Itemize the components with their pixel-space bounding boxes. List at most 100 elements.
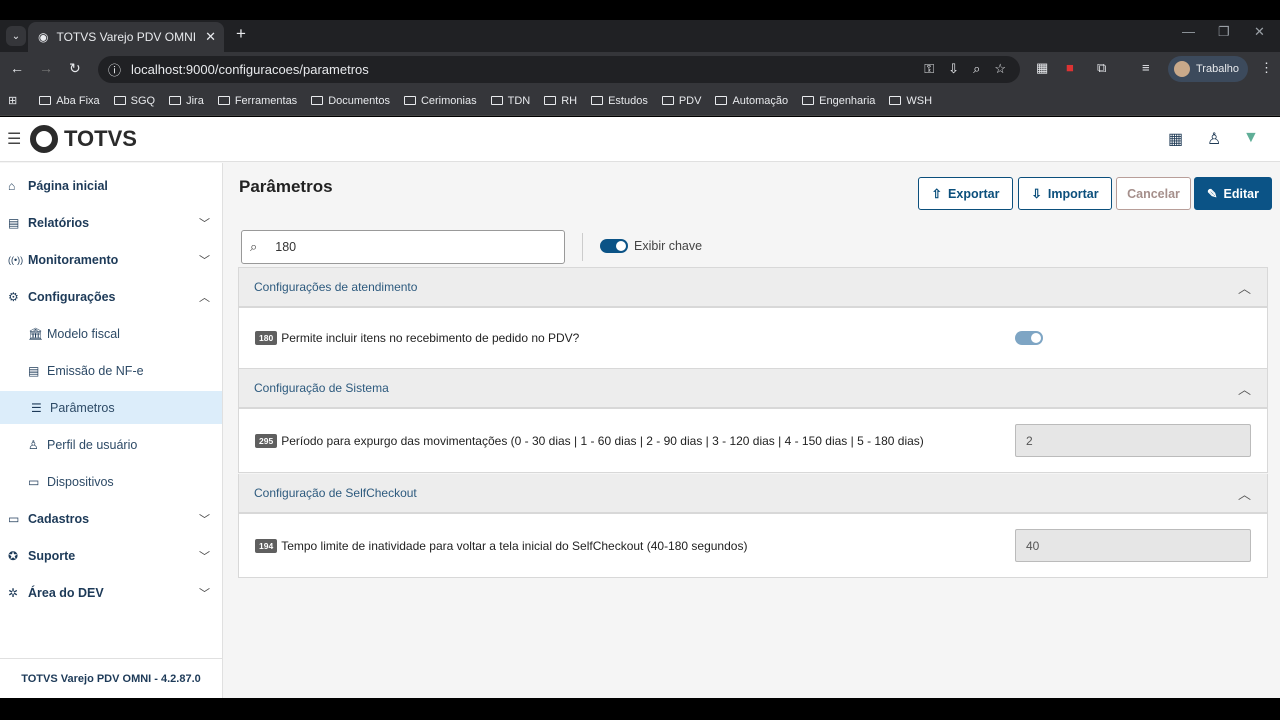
bookmark-folder[interactable]: SGQ (113, 94, 156, 107)
cancel-button[interactable]: Cancelar (1116, 177, 1191, 210)
section-title: Configuração de SelfCheckout (254, 486, 417, 500)
reload-button[interactable]: ↻ (69, 60, 81, 77)
bookmark-folder[interactable]: Estudos (591, 95, 648, 107)
sidebar-item-area-dev[interactable]: ✲ Área do DEV ﹀ (0, 576, 222, 609)
sidebar-item-configuracoes[interactable]: ⚙ Configurações ︿ (0, 280, 222, 313)
bookmark-label: PDV (678, 94, 702, 107)
back-button[interactable]: ← (10, 60, 24, 76)
bookmark-label: Documentos (328, 94, 390, 107)
password-key-icon[interactable]: ⚿ (924, 61, 934, 77)
bookmark-label: Aba Fixa (56, 94, 100, 107)
bookmark-star-icon[interactable]: ☆ (994, 61, 1006, 77)
cancel-label: Cancelar (1127, 186, 1180, 201)
chevron-up-icon[interactable]: ︿ (1238, 278, 1251, 297)
param-toggle[interactable] (1015, 331, 1043, 345)
chevron-down-icon: ﹀ (199, 587, 210, 600)
media-control-icon[interactable]: ≡ (1142, 60, 1150, 75)
bookmark-folder[interactable]: TDN (490, 95, 530, 107)
forward-button[interactable]: → (39, 60, 53, 76)
import-button[interactable]: ⇩ Importar (1018, 177, 1112, 210)
bookmark-folder[interactable]: PDV (661, 94, 702, 107)
profile-name: Trabalho (1196, 63, 1240, 75)
sidebar-item-monitoramento[interactable]: ((•)) Monitoramento ﹀ (0, 243, 222, 276)
user-icon[interactable]: ♙ (1207, 129, 1221, 149)
sidebar-item-label: Configurações (28, 289, 116, 304)
sidebar-item-modelo-fiscal[interactable]: 🏛 Modelo fiscal (0, 317, 222, 350)
sidebar-item-cadastros[interactable]: ▭ Cadastros ﹀ (0, 502, 222, 535)
import-label: Importar (1047, 186, 1099, 201)
sidebar-item-label: Área do DEV (28, 585, 104, 600)
totvs-logo[interactable]: TOTVS (30, 125, 137, 153)
sidebar-item-relatorios[interactable]: ▤ Relatórios ﹀ (0, 206, 222, 239)
sidebar-item-pagina-inicial[interactable]: ⌂ Página inicial (0, 169, 222, 202)
qr-code-icon[interactable]: ▦ (1168, 129, 1183, 149)
app: ☰ TOTVS ▦ ♙ ▼ ⌂ Página inicial ▤ Relatório… (0, 117, 1280, 698)
bookmark-folder[interactable]: Aba Fixa (39, 94, 100, 107)
install-app-icon[interactable]: ⇩ (948, 61, 959, 77)
close-window-button[interactable]: ✕ (1254, 24, 1265, 40)
section-header[interactable]: Configurações de atendimento ︿ (239, 268, 1267, 308)
browser-menu-icon[interactable]: ⋮ (1260, 60, 1273, 76)
connection-status-icon[interactable]: ▼ (1243, 129, 1259, 147)
show-key-toggle[interactable]: Exibir chave (600, 239, 702, 253)
folder-icon (591, 96, 604, 105)
upload-icon: ⇧ (931, 187, 943, 201)
menu-toggle-icon[interactable]: ☰ (7, 129, 21, 149)
section-panel: Configurações de atendimento ︿ 180 Permit… (238, 267, 1268, 369)
bookmark-folder[interactable]: Cerimonias (403, 95, 477, 107)
bookmark-label: SGQ (130, 94, 156, 107)
section-panel: Configuração de Sistema ︿ 295 Período par… (238, 369, 1268, 473)
bookmark-folder[interactable]: Engenharia (802, 95, 875, 107)
export-button[interactable]: ⇧ Exportar (918, 177, 1013, 210)
new-tab-button[interactable]: + (236, 24, 246, 44)
chevron-up-icon[interactable]: ︿ (1238, 379, 1251, 398)
sidebar-item-label: Suporte (28, 548, 76, 563)
search-input[interactable]: ⌕ 180 (241, 230, 565, 264)
sidebar-item-emissao-nfe[interactable]: ▤ Emissão de NF-e (0, 354, 222, 387)
bookmark-folder[interactable]: WSH (889, 95, 932, 107)
close-tab-icon[interactable]: ✕ (205, 29, 216, 45)
screen-border (0, 698, 1280, 720)
tab-search-button[interactable]: ⌄ (6, 26, 26, 46)
section-title: Configurações de atendimento (254, 280, 418, 294)
section-title: Configuração de Sistema (254, 381, 389, 395)
section-header[interactable]: Configuração de SelfCheckout ︿ (239, 474, 1267, 514)
sidebar-item-label: Monitoramento (28, 252, 119, 267)
apps-grid-icon[interactable]: ⊞ (8, 94, 17, 107)
param-value-input[interactable]: 40 (1015, 529, 1251, 562)
zoom-icon[interactable]: ⌕ (973, 61, 980, 77)
address-bar[interactable]: ⓘ localhost:9000/configuracoes/parametro… (98, 56, 1020, 83)
record-extension-icon[interactable]: ■ (1066, 60, 1074, 75)
sidebar-item-dispositivos[interactable]: ▭ Dispositivos (0, 465, 222, 498)
param-label: Tempo limite de inatividade para voltar … (281, 538, 748, 553)
monitor-icon: ▭ (28, 474, 40, 489)
maximize-button[interactable]: ❐ (1218, 24, 1230, 40)
browser-tab[interactable]: ◉ TOTVS Varejo PDV OMNI ✕ (28, 22, 224, 52)
bookmark-label: Ferramentas (234, 94, 298, 107)
export-label: Exportar (948, 186, 1000, 201)
bookmark-folder[interactable]: Jira (169, 95, 204, 107)
site-info-icon[interactable]: ⓘ (108, 60, 121, 79)
sidebar-item-label: Modelo fiscal (47, 326, 120, 341)
show-key-label: Exibir chave (634, 239, 703, 253)
profile-button[interactable]: Trabalho (1168, 56, 1248, 82)
bookmark-folder[interactable]: Documentos (311, 95, 390, 107)
chevron-up-icon[interactable]: ︿ (1238, 484, 1251, 503)
sliders-icon: ☰ (31, 400, 42, 415)
section-header[interactable]: Configuração de Sistema ︿ (239, 369, 1267, 409)
download-icon: ⇩ (1031, 187, 1042, 201)
bookmark-folder[interactable]: RH (544, 95, 577, 107)
sidebar-item-suporte[interactable]: ✪ Suporte ﹀ (0, 539, 222, 572)
extensions-icon[interactable]: ⧉ (1097, 60, 1106, 76)
param-value-input[interactable]: 2 (1015, 424, 1251, 457)
page-title: Parâmetros (239, 177, 333, 196)
sidebar-item-parametros[interactable]: ☰ Parâmetros (0, 391, 222, 424)
bookmark-folder[interactable]: Automação (715, 95, 788, 107)
qr-extension-icon[interactable]: ▦ (1036, 60, 1048, 76)
sidebar-item-perfil-usuario[interactable]: ♙ Perfil de usuário (0, 428, 222, 461)
toggle-switch[interactable] (600, 239, 628, 253)
chevron-up-icon: ︿ (199, 291, 210, 304)
minimize-button[interactable]: — (1182, 24, 1195, 39)
edit-button[interactable]: ✎ Editar (1194, 177, 1272, 210)
bookmark-folder[interactable]: Ferramentas (217, 94, 298, 107)
